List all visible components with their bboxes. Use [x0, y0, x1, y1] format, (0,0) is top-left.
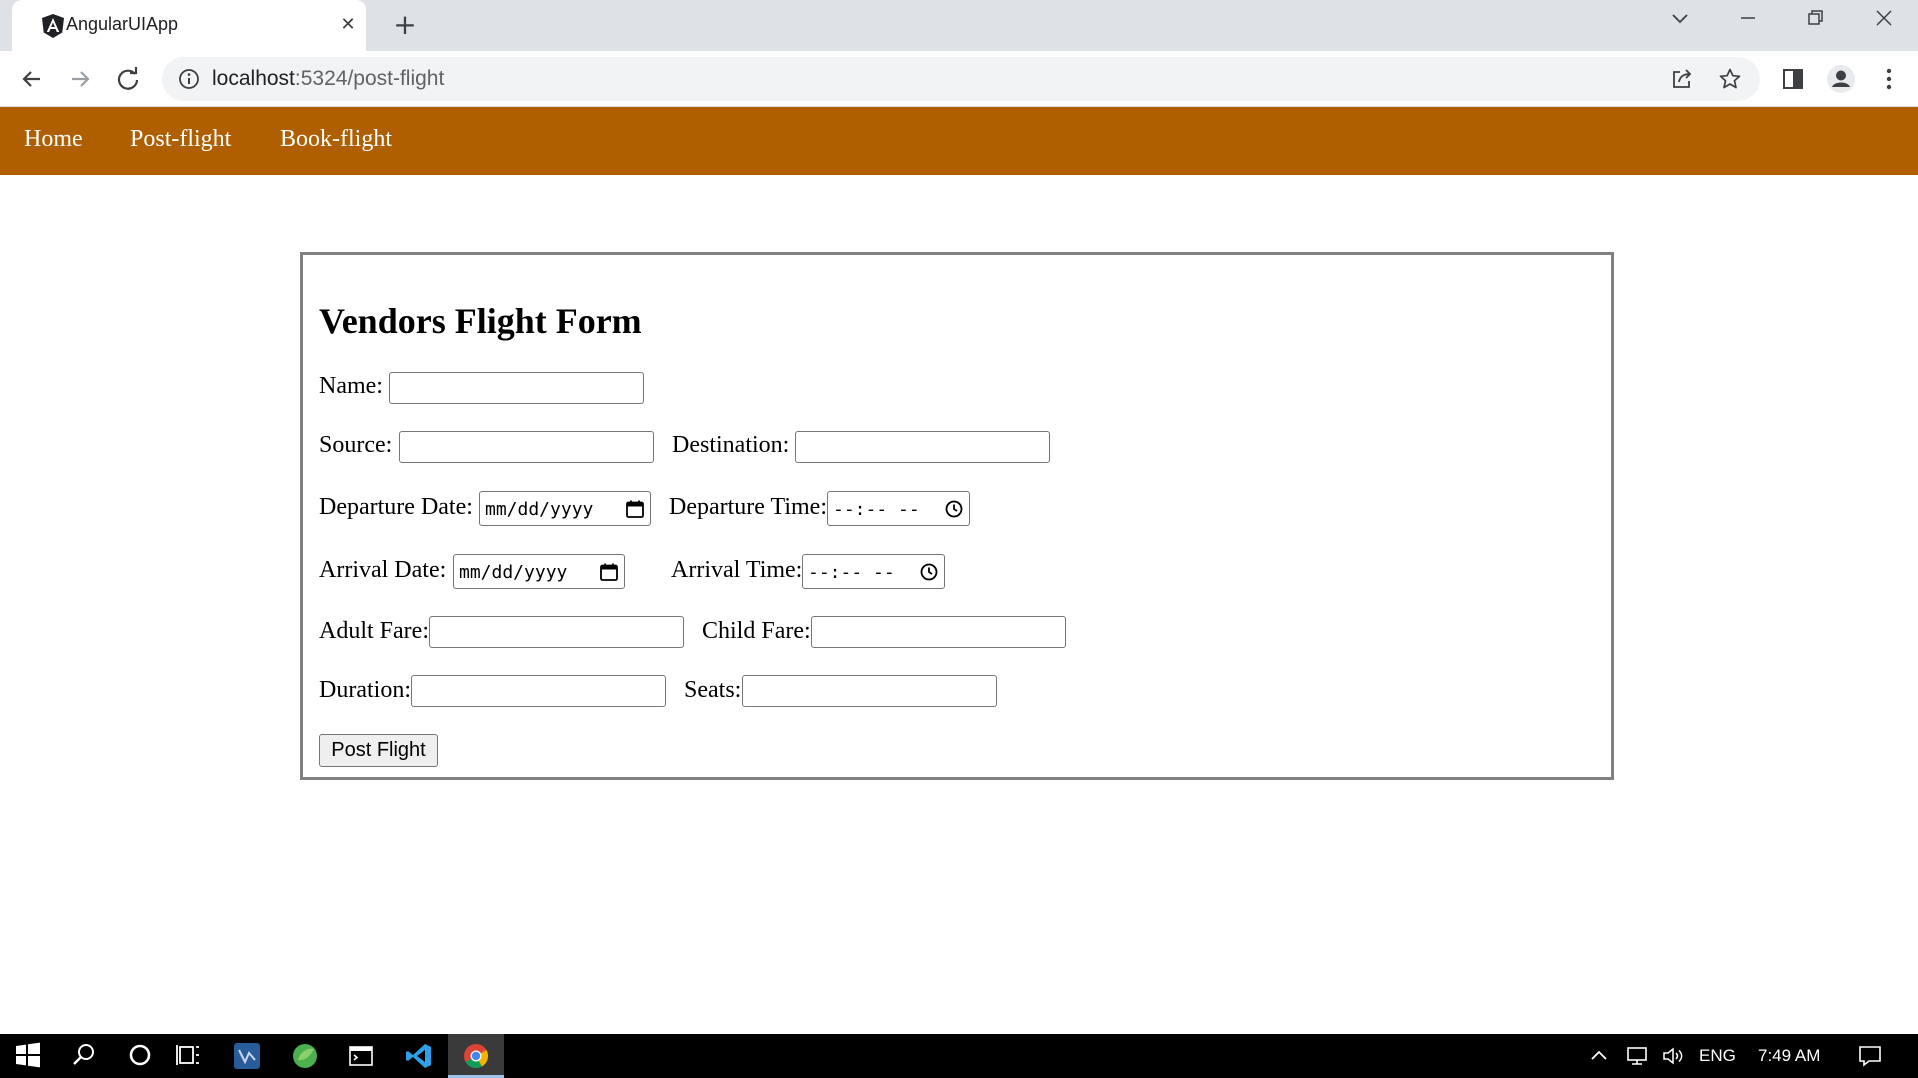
visual-studio-taskbar-icon[interactable] [219, 1034, 275, 1078]
url-host: localhost [212, 67, 295, 90]
bookmark-star-icon[interactable] [1718, 67, 1742, 91]
tab-search-icon[interactable] [1662, 8, 1698, 38]
departure-date-label: Departure Date: [319, 494, 473, 520]
adult-fare-label: Adult Fare: [319, 618, 429, 644]
site-info-icon[interactable] [178, 68, 200, 90]
search-icon[interactable] [56, 1034, 112, 1078]
arrival-time-input[interactable]: --:-- -- [802, 554, 945, 589]
arrival-date-input[interactable]: mm/dd/yyyy [453, 554, 625, 589]
child-fare-label: Child Fare: [702, 618, 811, 644]
browser-tab-strip: AngularUIApp ✕ + [0, 0, 1918, 51]
tab-title: AngularUIApp [66, 14, 179, 34]
departure-time-label: Departure Time: [669, 494, 827, 520]
nav-home-link[interactable]: Home [24, 126, 83, 153]
source-label: Source: [319, 432, 393, 458]
adult-fare-input[interactable] [429, 616, 684, 648]
duration-label: Duration: [319, 677, 411, 703]
destination-label: Destination: [672, 432, 790, 458]
minimize-icon[interactable] [1730, 8, 1766, 38]
departure-date-input[interactable]: mm/dd/yyyy [479, 491, 651, 526]
browser-menu-icon[interactable] [1874, 64, 1904, 94]
back-icon[interactable] [16, 63, 48, 95]
clock-icon[interactable] [944, 499, 964, 519]
clock-icon[interactable] [919, 562, 939, 582]
volume-icon[interactable] [1654, 1034, 1692, 1078]
notifications-icon[interactable] [1848, 1034, 1892, 1078]
tab-close-icon[interactable]: ✕ [336, 13, 360, 37]
network-icon[interactable] [1618, 1034, 1656, 1078]
address-bar[interactable]: localhost:5324/post-flight [162, 57, 1760, 101]
restore-icon[interactable] [1798, 8, 1834, 38]
url-text[interactable]: localhost:5324/post-flight [212, 67, 444, 91]
chrome-taskbar-icon[interactable] [448, 1034, 504, 1078]
side-panel-icon[interactable] [1778, 64, 1808, 94]
duration-input[interactable] [411, 675, 666, 707]
url-path: :5324/post-flight [294, 67, 445, 90]
destination-input[interactable] [795, 431, 1050, 463]
language-indicator[interactable]: ENG [1699, 1046, 1736, 1066]
nav-post-flight-link[interactable]: Post-flight [130, 126, 231, 153]
nav-book-flight-link[interactable]: Book-flight [280, 126, 392, 153]
reload-icon[interactable] [112, 63, 144, 95]
profile-avatar-icon[interactable] [1826, 64, 1856, 94]
source-input[interactable] [399, 431, 654, 463]
time-placeholder: --:-- -- [808, 562, 895, 583]
close-window-icon[interactable] [1866, 8, 1902, 38]
seats-input[interactable] [742, 675, 997, 707]
terminal-taskbar-icon[interactable] [333, 1034, 389, 1078]
seats-label: Seats: [684, 677, 742, 703]
windows-taskbar: ENG 7:49 AM [0, 1034, 1918, 1078]
task-view-icon[interactable] [160, 1034, 216, 1078]
arrival-time-label: Arrival Time: [671, 557, 803, 583]
spring-tool-taskbar-icon[interactable] [277, 1034, 333, 1078]
new-tab-button[interactable]: + [390, 10, 420, 40]
post-flight-button[interactable]: Post Flight [319, 734, 438, 767]
departure-time-input[interactable]: --:-- -- [827, 491, 970, 526]
share-icon[interactable] [1670, 67, 1694, 91]
date-placeholder: mm/dd/yyyy [459, 562, 568, 583]
tray-chevron-icon[interactable] [1576, 1034, 1622, 1078]
date-placeholder: mm/dd/yyyy [485, 499, 594, 520]
time-placeholder: --:-- -- [833, 499, 920, 520]
arrival-date-label: Arrival Date: [319, 557, 447, 583]
form-title: Vendors Flight Form [319, 301, 642, 341]
name-label: Name: [319, 373, 383, 399]
calendar-icon[interactable] [599, 562, 619, 582]
browser-toolbar: localhost:5324/post-flight [0, 51, 1918, 107]
vscode-taskbar-icon[interactable] [391, 1034, 447, 1078]
angular-favicon-icon [42, 14, 64, 38]
forward-icon[interactable] [64, 63, 96, 95]
system-clock[interactable]: 7:49 AM [1758, 1046, 1820, 1066]
name-input[interactable] [389, 372, 644, 404]
calendar-icon[interactable] [625, 499, 645, 519]
windows-start-icon[interactable] [0, 1034, 56, 1078]
app-navbar: Home Post-flight Book-flight [0, 107, 1918, 175]
child-fare-input[interactable] [811, 616, 1066, 648]
